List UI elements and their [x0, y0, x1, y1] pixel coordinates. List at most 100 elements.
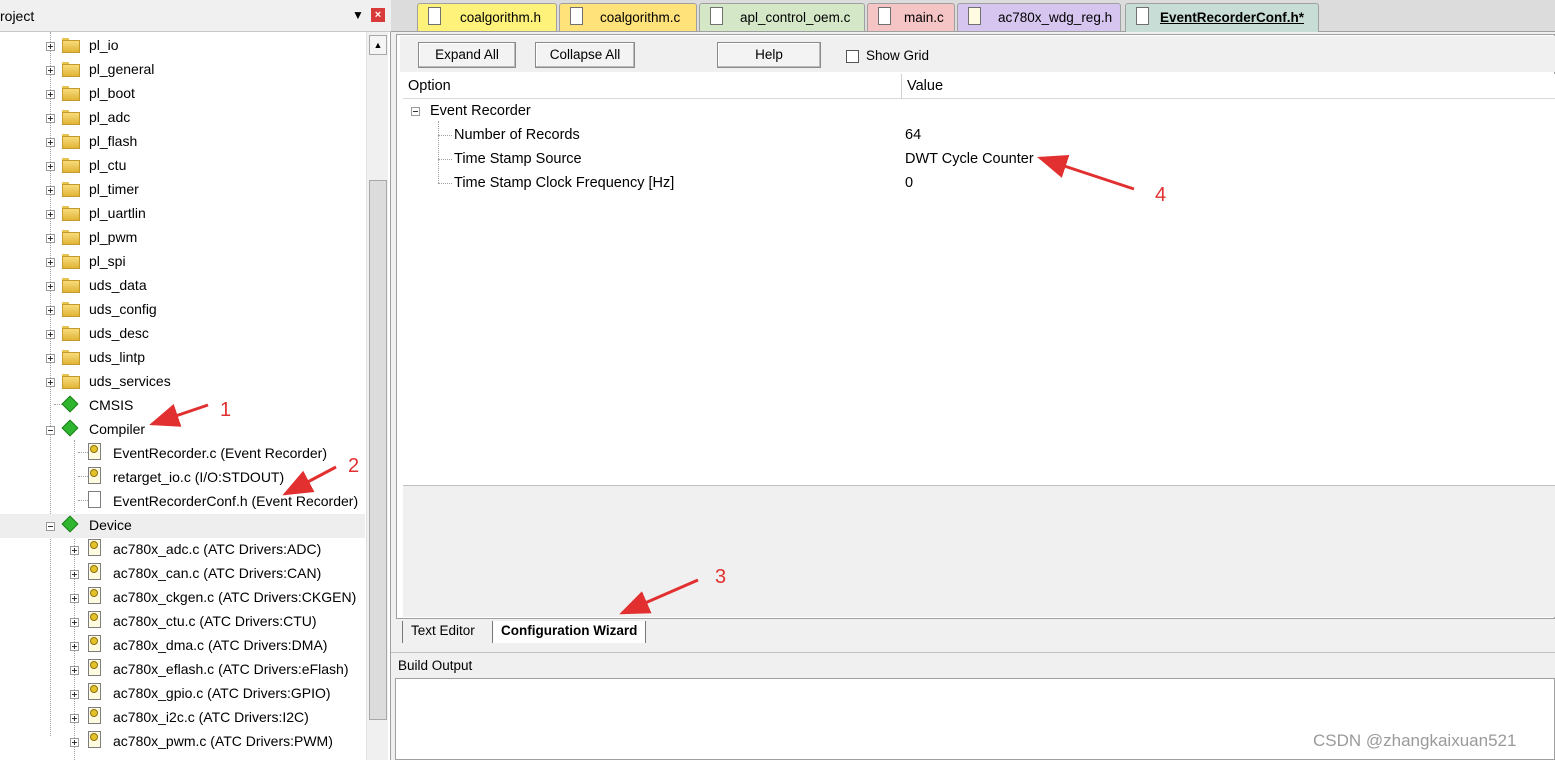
tree-scrollbar[interactable]: ▲	[366, 32, 388, 760]
tree-item-ac780x-i2c[interactable]: ac780x_i2c.c (ATC Drivers:I2C)	[0, 706, 365, 730]
collapse-minus-icon[interactable]	[46, 522, 55, 531]
scroll-up-arrow-icon[interactable]: ▲	[369, 35, 387, 55]
component-icon	[61, 515, 79, 533]
pin-icon[interactable]: ▼	[352, 8, 364, 22]
annotation-number-4: 4	[1155, 184, 1167, 206]
column-divider[interactable]	[901, 74, 902, 99]
expand-plus-icon[interactable]	[46, 306, 55, 315]
tree-item-eventrecorder-c[interactable]: EventRecorder.c (Event Recorder)	[0, 442, 365, 466]
tree-item-uds-services[interactable]: uds_services	[0, 370, 365, 394]
expand-plus-icon[interactable]	[46, 66, 55, 75]
tree-item-label: uds_services	[89, 373, 171, 389]
option-group-event-recorder[interactable]: Event Recorder	[430, 103, 531, 119]
tab-apl-control-oem-c[interactable]: apl_control_oem.c	[699, 3, 865, 31]
tab-ac780x-wdg-reg-h[interactable]: ac780x_wdg_reg.h	[957, 3, 1121, 31]
tree-item-pl-pwm[interactable]: pl_pwm	[0, 226, 365, 250]
expand-plus-icon[interactable]	[46, 282, 55, 291]
tree-item-pl-flash[interactable]: pl_flash	[0, 130, 365, 154]
option-time-stamp-clock-frequency[interactable]: Time Stamp Clock Frequency [Hz]	[454, 175, 674, 191]
expand-plus-icon[interactable]	[46, 210, 55, 219]
expand-all-button[interactable]: Expand All	[418, 42, 516, 68]
tree-item-uds-desc[interactable]: uds_desc	[0, 322, 365, 346]
tree-item-retarget-io-c[interactable]: retarget_io.c (I/O:STDOUT)	[0, 466, 365, 490]
tab-text-editor[interactable]: Text Editor	[402, 621, 483, 643]
tree-item-cmsis[interactable]: CMSIS	[0, 394, 365, 418]
expand-plus-icon[interactable]	[46, 138, 55, 147]
folder-icon	[62, 350, 80, 365]
tree-item-ac780x-adc[interactable]: ac780x_adc.c (ATC Drivers:ADC)	[0, 538, 365, 562]
column-header-option[interactable]: Option	[408, 78, 451, 94]
value-time-stamp-source[interactable]: DWT Cycle Counter	[905, 151, 1034, 167]
tab-main-c[interactable]: main.c	[867, 3, 955, 31]
collapse-minus-icon[interactable]	[411, 107, 420, 116]
tree-item-label: pl_io	[89, 37, 119, 53]
expand-plus-icon[interactable]	[46, 234, 55, 243]
option-time-stamp-source[interactable]: Time Stamp Source	[454, 151, 582, 167]
tree-item-label: EventRecorder.c (Event Recorder)	[113, 445, 327, 461]
tree-item-pl-uartlin[interactable]: pl_uartlin	[0, 202, 365, 226]
expand-plus-icon[interactable]	[46, 186, 55, 195]
tree-item-compiler[interactable]: Compiler	[0, 418, 365, 442]
file-icon	[428, 7, 441, 25]
scrollbar-thumb[interactable]	[369, 180, 387, 720]
tab-configuration-wizard[interactable]: Configuration Wizard	[492, 621, 647, 643]
collapse-all-button[interactable]: Collapse All	[535, 42, 635, 68]
config-file-icon	[88, 563, 101, 580]
expand-plus-icon[interactable]	[46, 42, 55, 51]
tree-item-pl-spi[interactable]: pl_spi	[0, 250, 365, 274]
component-icon	[61, 419, 79, 437]
value-number-of-records[interactable]: 64	[905, 127, 921, 143]
expand-plus-icon[interactable]	[70, 618, 79, 627]
tree-item-pl-adc[interactable]: pl_adc	[0, 106, 365, 130]
expand-plus-icon[interactable]	[46, 354, 55, 363]
tree-item-label: pl_spi	[89, 253, 126, 269]
close-icon[interactable]: ×	[371, 8, 385, 22]
tab-eventrecorderconf-h[interactable]: EventRecorderConf.h*	[1125, 3, 1319, 32]
expand-plus-icon[interactable]	[46, 378, 55, 387]
expand-plus-icon[interactable]	[70, 546, 79, 555]
tree-item-ac780x-eflash[interactable]: ac780x_eflash.c (ATC Drivers:eFlash)	[0, 658, 365, 682]
expand-plus-icon[interactable]	[70, 714, 79, 723]
tree-item-label: CMSIS	[89, 397, 134, 413]
tree-item-pl-boot[interactable]: pl_boot	[0, 82, 365, 106]
tree-item-pl-general[interactable]: pl_general	[0, 58, 365, 82]
tree-item-uds-data[interactable]: uds_data	[0, 274, 365, 298]
tree-item-pl-timer[interactable]: pl_timer	[0, 178, 365, 202]
watermark: CSDN @zhangkaixuan521	[1313, 731, 1517, 750]
expand-plus-icon[interactable]	[46, 90, 55, 99]
tab-coalgorithm-h[interactable]: coalgorithm.h	[417, 3, 557, 31]
collapse-minus-icon[interactable]	[46, 426, 55, 435]
expand-plus-icon[interactable]	[70, 738, 79, 747]
expand-plus-icon[interactable]	[46, 114, 55, 123]
column-header-value[interactable]: Value	[907, 78, 943, 94]
annotation-number-2: 2	[348, 455, 360, 477]
help-button[interactable]: Help	[717, 42, 821, 68]
tree-item-uds-lintp[interactable]: uds_lintp	[0, 346, 365, 370]
tree-item-pl-ctu[interactable]: pl_ctu	[0, 154, 365, 178]
option-number-of-records[interactable]: Number of Records	[454, 127, 580, 143]
tree-item-eventrecorderconf-h[interactable]: EventRecorderConf.h (Event Recorder)	[0, 490, 365, 514]
tree-item-ac780x-ckgen[interactable]: ac780x_ckgen.c (ATC Drivers:CKGEN)	[0, 586, 365, 610]
expand-plus-icon[interactable]	[46, 330, 55, 339]
expand-plus-icon[interactable]	[46, 162, 55, 171]
tree-item-device[interactable]: Device	[0, 514, 365, 538]
expand-plus-icon[interactable]	[70, 594, 79, 603]
expand-plus-icon[interactable]	[70, 666, 79, 675]
tree-item-ac780x-can[interactable]: ac780x_can.c (ATC Drivers:CAN)	[0, 562, 365, 586]
tree-item-label: pl_pwm	[89, 229, 138, 245]
value-time-stamp-clock-frequency[interactable]: 0	[905, 175, 913, 191]
tree-item-ac780x-ctu[interactable]: ac780x_ctu.c (ATC Drivers:CTU)	[0, 610, 365, 634]
tree-item-ac780x-pwm[interactable]: ac780x_pwm.c (ATC Drivers:PWM)	[0, 730, 365, 754]
expand-plus-icon[interactable]	[70, 570, 79, 579]
file-icon	[710, 7, 723, 25]
tree-item-ac780x-gpio[interactable]: ac780x_gpio.c (ATC Drivers:GPIO)	[0, 682, 365, 706]
folder-icon	[62, 86, 80, 101]
expand-plus-icon[interactable]	[70, 642, 79, 651]
tree-item-uds-config[interactable]: uds_config	[0, 298, 365, 322]
expand-plus-icon[interactable]	[70, 690, 79, 699]
tab-coalgorithm-c[interactable]: coalgorithm.c	[559, 3, 697, 31]
show-grid-checkbox[interactable]	[846, 50, 859, 63]
expand-plus-icon[interactable]	[46, 258, 55, 267]
tree-item-ac780x-dma[interactable]: ac780x_dma.c (ATC Drivers:DMA)	[0, 634, 365, 658]
tree-item-pl-io[interactable]: pl_io	[0, 34, 365, 58]
